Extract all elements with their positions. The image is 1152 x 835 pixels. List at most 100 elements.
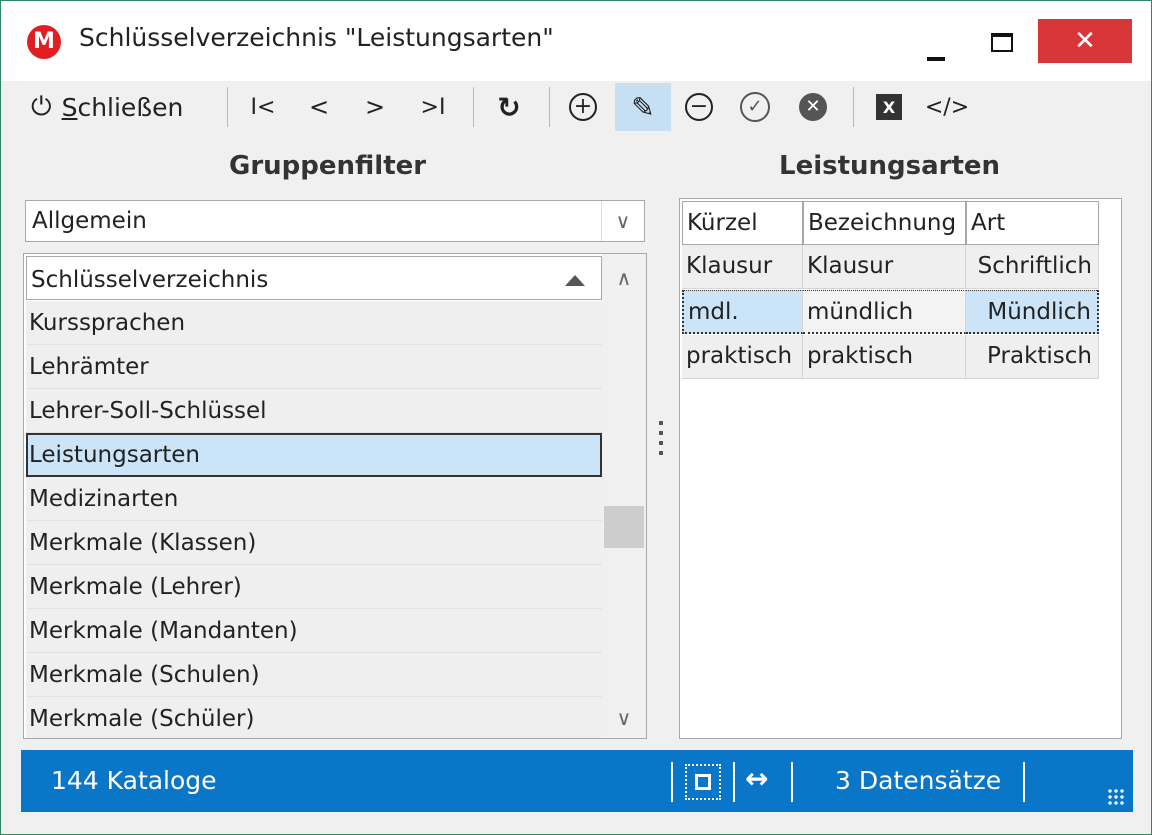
previous-record-button[interactable]: <: [297, 83, 341, 131]
table-cell[interactable]: Klausur: [682, 245, 803, 289]
column-header[interactable]: Bezeichnung: [803, 201, 966, 245]
list-item[interactable]: Merkmale (Schüler): [26, 697, 602, 738]
previous-icon: <: [308, 93, 330, 121]
list-item[interactable]: Merkmale (Mandanten): [26, 609, 602, 653]
dialog-window: M Schlüsselverzeichnis "Leistungsarten" …: [0, 0, 1152, 835]
show-code-button[interactable]: </>: [921, 83, 973, 131]
scroll-up-icon[interactable]: ∧: [602, 258, 646, 298]
fit-width-icon[interactable]: ↔: [745, 762, 768, 795]
refresh-button[interactable]: ↻: [487, 83, 531, 131]
x-circle-icon: ✕: [799, 93, 827, 121]
table-cell[interactable]: mündlich: [803, 290, 966, 334]
group-filter-heading: Gruppenfilter: [229, 151, 427, 181]
panel-splitter-handle[interactable]: [657, 421, 665, 461]
list-item-label: Merkmale (Schulen): [29, 662, 260, 688]
list-column-header[interactable]: Schlüsselverzeichnis: [26, 256, 602, 300]
list-scrollbar[interactable]: ∧ ∨: [602, 254, 646, 738]
export-excel-button[interactable]: X: [867, 83, 911, 131]
list-item[interactable]: Merkmale (Klassen): [26, 521, 602, 565]
add-record-button[interactable]: +: [561, 83, 605, 131]
close-button[interactable]: ⏻ Schließen: [31, 83, 221, 131]
close-button-label: Schließen: [61, 92, 184, 122]
close-icon: ✕: [1074, 26, 1096, 56]
list-item[interactable]: Medizinarten: [26, 477, 602, 521]
minimize-icon: [927, 57, 945, 61]
table-cell[interactable]: praktisch: [682, 335, 803, 379]
close-window-button[interactable]: ✕: [1038, 19, 1132, 63]
records-table[interactable]: Kürzel Bezeichnung Art Klausur Klausur Schrif…: [679, 198, 1122, 739]
toolbar-separator: [473, 87, 474, 127]
list-item-label: Merkmale (Lehrer): [29, 574, 242, 600]
table-cell[interactable]: Schriftlich: [966, 245, 1099, 289]
cancel-edit-button[interactable]: ✕: [791, 83, 835, 131]
catalog-count: 144 Kataloge: [51, 766, 217, 795]
group-filter-value: Allgemein: [32, 208, 147, 234]
status-separator: [1023, 762, 1025, 802]
fit-to-window-icon[interactable]: [685, 764, 721, 800]
list-item-label: Merkmale (Mandanten): [29, 618, 298, 644]
list-header-label: Schlüsselverzeichnis: [31, 267, 269, 293]
sort-ascending-icon: [565, 275, 585, 286]
list-rows: Kurssprachen Lehrämter Lehrer-Soll-Schlüss…: [26, 301, 602, 738]
list-item[interactable]: Kurssprachen: [26, 301, 602, 345]
status-separator: [671, 762, 673, 802]
code-icon: </>: [924, 94, 970, 120]
minus-circle-icon: −: [685, 93, 713, 121]
last-record-button[interactable]: >I: [409, 83, 457, 131]
power-icon: ⏻: [31, 91, 52, 122]
table-cell[interactable]: Mündlich: [966, 290, 1099, 334]
maximize-button[interactable]: [971, 19, 1033, 63]
record-count: 3 Datensätze: [835, 766, 1002, 795]
delete-record-button[interactable]: −: [677, 83, 721, 131]
window-title: Schlüsselverzeichnis "Leistungsarten": [79, 23, 554, 52]
last-record-icon: >I: [420, 94, 446, 120]
list-item[interactable]: Lehrämter: [26, 345, 602, 389]
toolbar: ⏻ Schließen I< < > >I ↻ + ✎ − ✓ ✕ X </>: [21, 81, 1133, 133]
status-separator: [733, 762, 735, 802]
list-item[interactable]: Leistungsarten: [26, 433, 602, 477]
scrollbar-thumb[interactable]: [604, 506, 644, 548]
list-item[interactable]: Merkmale (Schulen): [26, 653, 602, 697]
chevron-down-icon[interactable]: ∨: [601, 201, 644, 241]
next-record-button[interactable]: >: [353, 83, 397, 131]
list-item-label: Leistungsarten: [29, 442, 200, 468]
toolbar-separator: [853, 87, 854, 127]
app-logo-icon: M: [27, 25, 61, 59]
toolbar-separator: [227, 87, 228, 127]
list-item[interactable]: Lehrer-Soll-Schlüssel: [26, 389, 602, 433]
edit-record-button[interactable]: ✎: [615, 83, 671, 131]
status-separator: [791, 762, 793, 802]
list-item-label: Merkmale (Klassen): [29, 530, 257, 556]
list-item[interactable]: Merkmale (Lehrer): [26, 565, 602, 609]
group-filter-select[interactable]: Allgemein ∨: [25, 200, 645, 242]
minimize-button[interactable]: [906, 19, 966, 63]
status-bar: 144 Kataloge ↔ 3 Datensätze: [21, 750, 1133, 812]
next-icon: >: [364, 93, 386, 121]
table-cell[interactable]: mdl.: [682, 290, 803, 334]
list-item-label: Merkmale (Schüler): [29, 706, 255, 732]
excel-icon: X: [876, 94, 902, 120]
table-cell[interactable]: praktisch: [803, 335, 966, 379]
maximize-icon: [991, 32, 1013, 52]
column-header[interactable]: Kürzel: [682, 201, 803, 245]
catalog-list[interactable]: Schlüsselverzeichnis Kurssprachen Lehrämt…: [23, 253, 647, 739]
pencil-icon: ✎: [631, 90, 655, 124]
title-bar[interactable]: M Schlüsselverzeichnis "Leistungsarten" …: [1, 1, 1151, 81]
plus-circle-icon: +: [569, 93, 597, 121]
save-record-button[interactable]: ✓: [733, 83, 777, 131]
first-record-button[interactable]: I<: [241, 83, 285, 131]
check-circle-icon: ✓: [740, 92, 770, 122]
column-header[interactable]: Art: [966, 201, 1099, 245]
table-cell[interactable]: Klausur: [803, 245, 966, 289]
list-item-label: Lehrämter: [29, 354, 149, 380]
first-record-icon: I<: [250, 94, 276, 120]
refresh-icon: ↻: [497, 90, 521, 124]
scroll-down-icon[interactable]: ∨: [602, 698, 646, 738]
table-cell[interactable]: Praktisch: [966, 335, 1099, 379]
toolbar-separator: [549, 87, 550, 127]
list-item-label: Kurssprachen: [29, 310, 186, 336]
list-item-label: Medizinarten: [29, 486, 179, 512]
resize-grip-icon[interactable]: [1107, 788, 1125, 806]
table-heading: Leistungsarten: [779, 151, 1001, 181]
list-item-label: Lehrer-Soll-Schlüssel: [29, 398, 267, 424]
